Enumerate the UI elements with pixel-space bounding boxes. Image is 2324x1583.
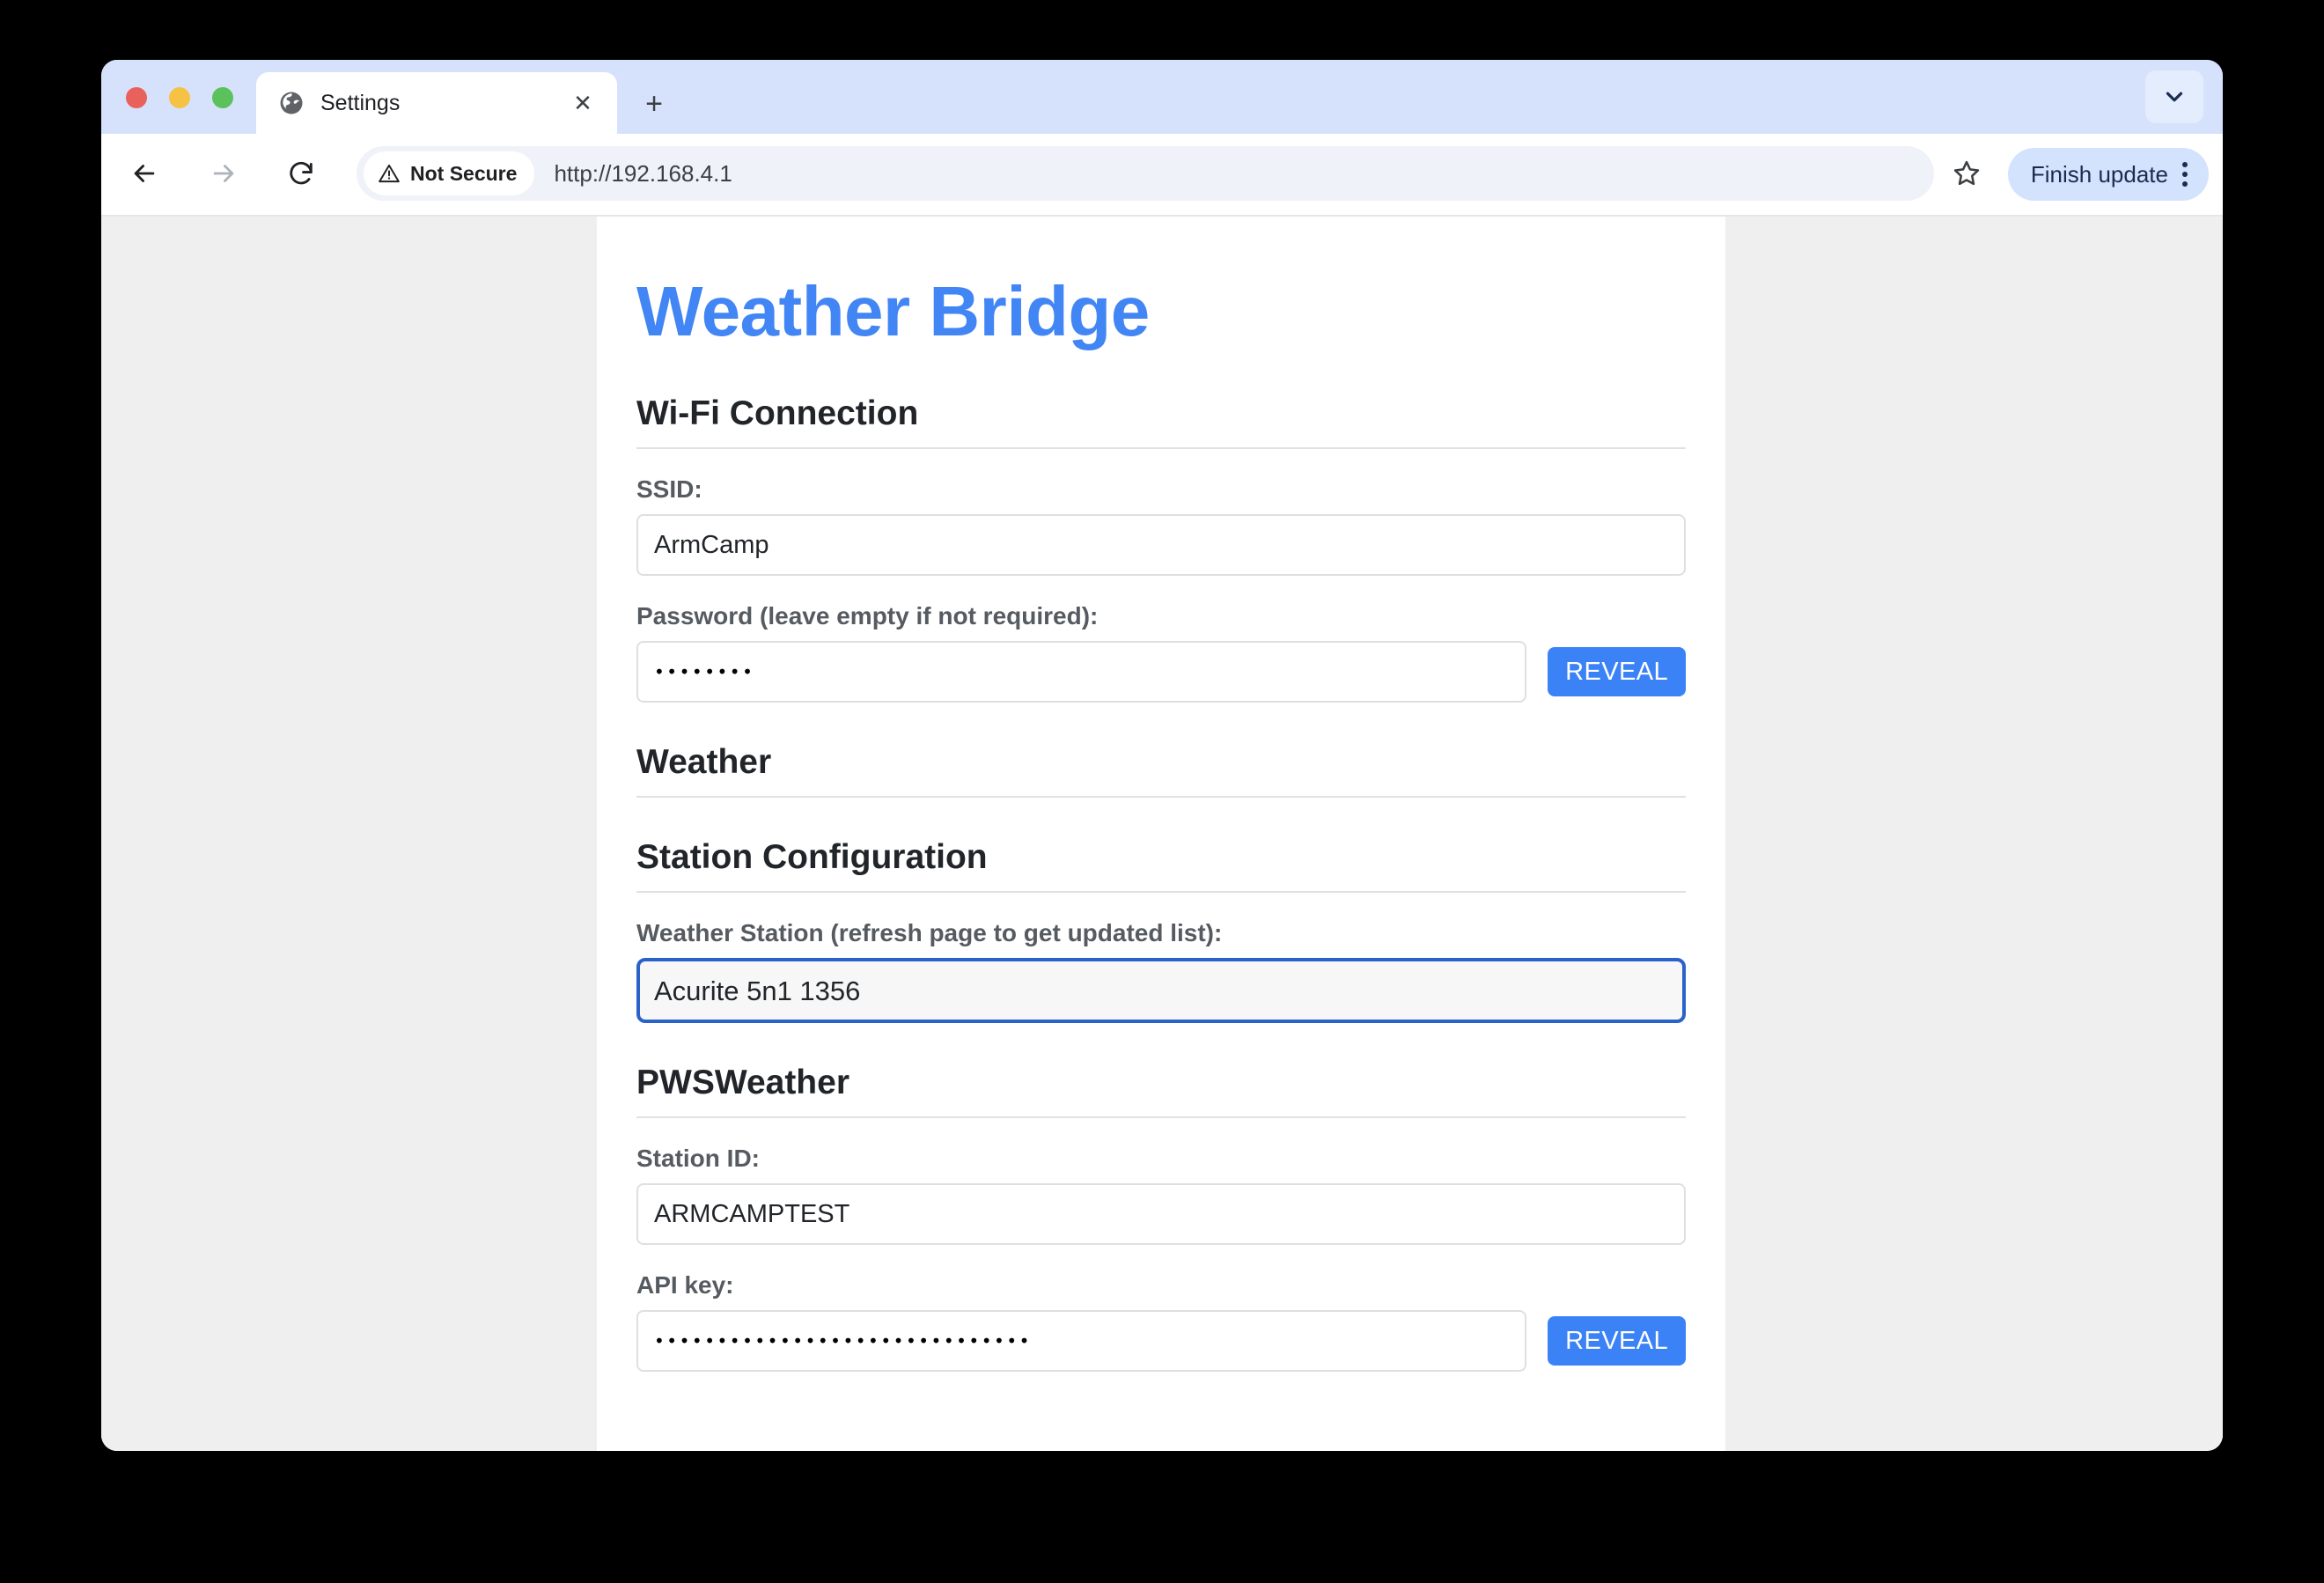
password-input[interactable] [636,641,1526,703]
reload-button[interactable] [276,148,327,199]
browser-tab-settings[interactable]: Settings ✕ [256,72,617,134]
address-bar[interactable]: Not Secure http://192.168.4.1 [357,146,1934,201]
minimize-window-button[interactable] [169,87,190,108]
finish-update-label: Finish update [2031,161,2168,188]
new-tab-button[interactable]: + [636,86,672,121]
not-secure-label: Not Secure [410,162,517,186]
warning-triangle-icon [378,162,401,185]
page-viewport: Weather Bridge Wi-Fi Connection SSID: Pa… [101,217,2223,1451]
weather-station-label: Weather Station (refresh page to get upd… [636,919,1686,947]
station-id-input[interactable] [636,1183,1686,1245]
globe-icon [278,90,305,116]
section-heading-weather: Weather [636,743,1686,798]
password-reveal-button[interactable]: REVEAL [1548,647,1686,696]
ssid-input[interactable] [636,514,1686,576]
tab-title: Settings [320,91,568,116]
api-key-input[interactable] [636,1310,1526,1372]
password-row: REVEAL [636,641,1686,703]
weather-station-select[interactable]: Acurite 5n1 1356 [636,958,1686,1023]
url-text: http://192.168.4.1 [554,160,732,188]
three-dot-menu-icon[interactable] [2177,162,2193,187]
password-label: Password (leave empty if not required): [636,602,1686,630]
station-id-label: Station ID: [636,1145,1686,1173]
window-controls [126,87,233,108]
section-heading-pwsweather: PWSWeather [636,1064,1686,1118]
ssid-label: SSID: [636,475,1686,504]
api-key-label: API key: [636,1271,1686,1300]
page-content-container: Weather Bridge Wi-Fi Connection SSID: Pa… [597,217,1725,1451]
browser-window: Settings ✕ + [101,60,2223,1451]
section-heading-wifi: Wi-Fi Connection [636,394,1686,449]
back-button[interactable] [119,148,170,199]
not-secure-badge[interactable]: Not Secure [364,151,534,195]
star-icon[interactable] [1941,148,1992,199]
browser-toolbar: Not Secure http://192.168.4.1 Finish upd… [101,134,2223,217]
close-window-button[interactable] [126,87,147,108]
section-heading-station-configuration: Station Configuration [636,838,1686,893]
api-key-reveal-button[interactable]: REVEAL [1548,1316,1686,1366]
finish-update-button[interactable]: Finish update [2008,148,2209,201]
close-tab-button[interactable]: ✕ [568,88,598,118]
api-key-row: REVEAL [636,1310,1686,1372]
tab-strip: Settings ✕ + [101,60,2223,134]
maximize-window-button[interactable] [212,87,233,108]
page-title: Weather Bridge [636,217,1686,352]
chevron-down-icon[interactable] [2145,70,2203,123]
forward-button[interactable] [198,148,249,199]
